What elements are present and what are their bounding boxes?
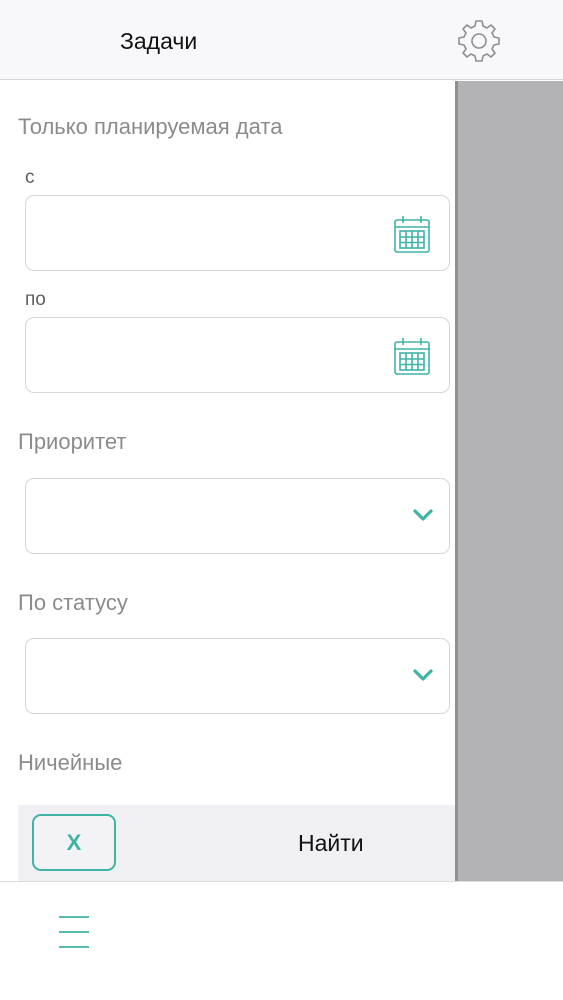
calendar-icon[interactable] <box>393 336 431 376</box>
header: Задачи <box>0 0 563 80</box>
chevron-down-icon <box>413 669 433 681</box>
date-to-field[interactable] <box>25 317 450 393</box>
side-overlay-panel[interactable] <box>455 81 563 881</box>
priority-select[interactable] <box>25 478 450 554</box>
date-from-field[interactable] <box>25 195 450 271</box>
unassigned-title[interactable]: Ничейные <box>18 750 122 776</box>
chevron-down-icon <box>413 509 433 521</box>
status-title: По статусу <box>18 590 128 615</box>
priority-title: Приоритет <box>18 429 127 454</box>
filter-panel: Только планируемая дата с по Приоритет П… <box>0 81 455 805</box>
date-from-label: с <box>25 167 35 188</box>
planned-date-title: Только планируемая дата <box>18 114 283 139</box>
find-button[interactable]: Найти <box>298 830 364 857</box>
action-bar: X Найти <box>18 805 455 881</box>
calendar-icon[interactable] <box>393 214 431 254</box>
page-title: Задачи <box>120 28 198 54</box>
hamburger-menu-icon[interactable] <box>58 914 90 950</box>
date-to-label: по <box>25 289 46 310</box>
clear-button[interactable]: X <box>32 814 116 871</box>
bottom-toolbar <box>0 881 563 1000</box>
gear-icon[interactable] <box>456 17 502 63</box>
status-select[interactable] <box>25 638 450 714</box>
